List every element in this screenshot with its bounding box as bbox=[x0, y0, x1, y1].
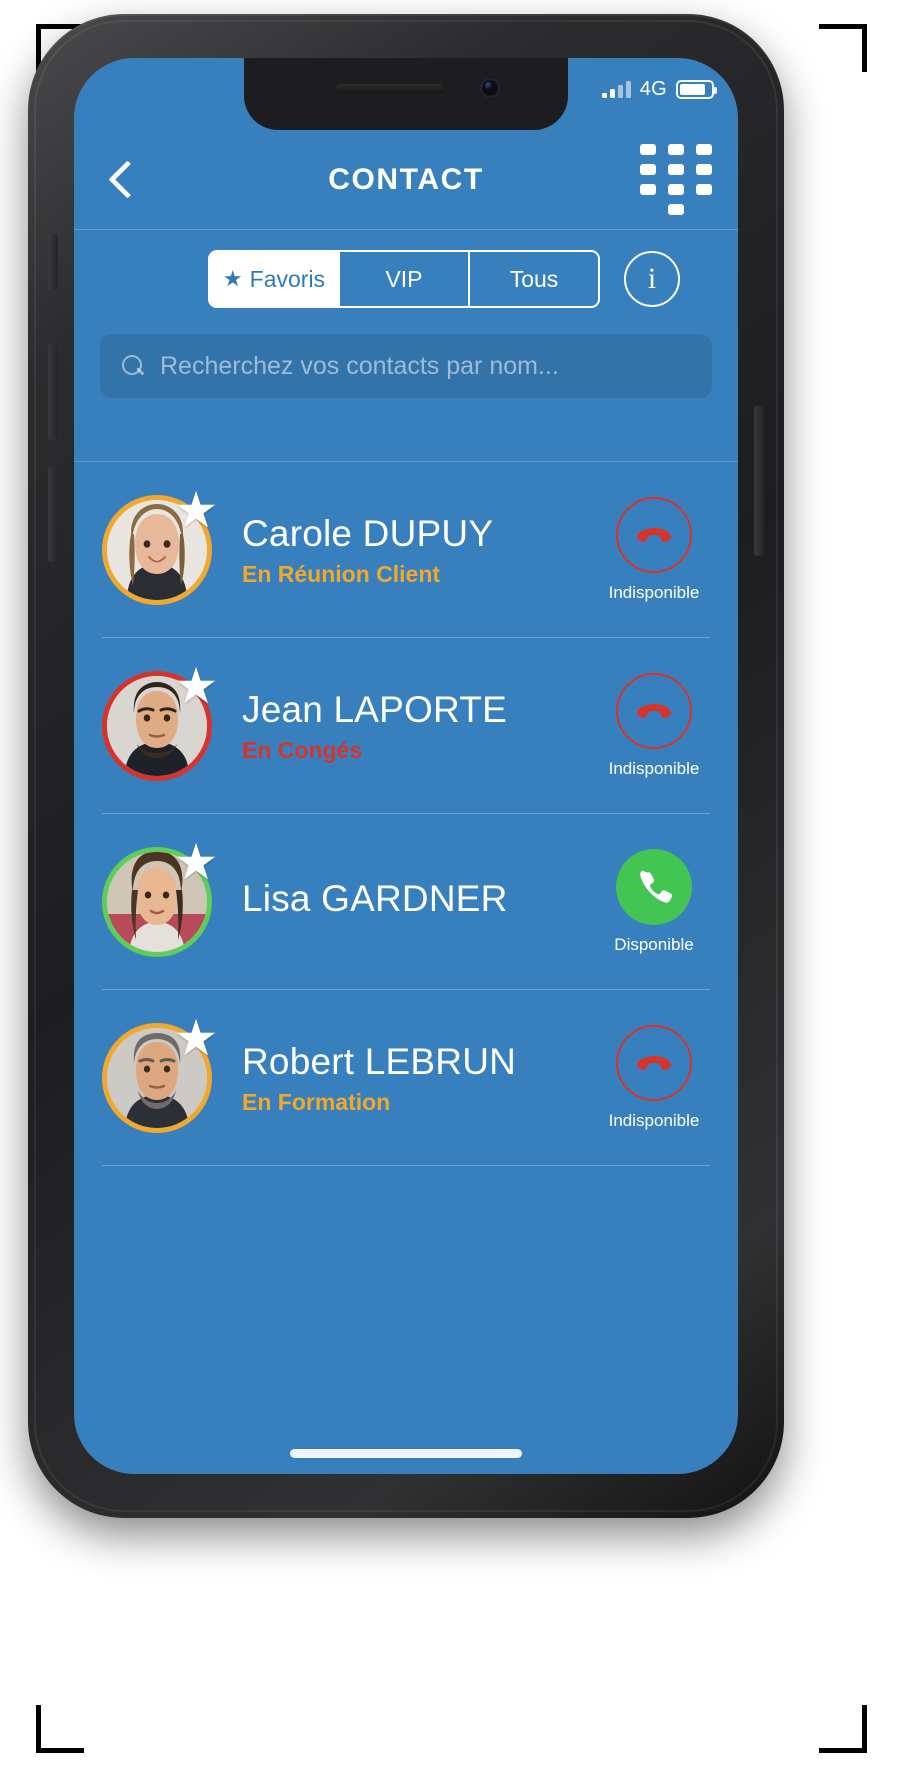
contact-status: En Congés bbox=[242, 736, 363, 763]
avatar: ★ bbox=[102, 661, 218, 781]
mute-switch[interactable] bbox=[48, 234, 58, 290]
search-placeholder: Recherchez vos contacts par nom... bbox=[160, 351, 559, 380]
phone-screen: 4G CONTACT ★ Favoris VIP Tous i Recherch… bbox=[74, 58, 738, 1474]
crop-mark-bottom-right bbox=[819, 1705, 867, 1753]
list-item[interactable]: ★ Carole DUPUY En Réunion Client Indispo… bbox=[74, 462, 738, 638]
home-indicator[interactable] bbox=[290, 1449, 522, 1458]
contacts-list[interactable]: ★ Carole DUPUY En Réunion Client Indispo… bbox=[74, 462, 738, 1474]
avatar: ★ bbox=[102, 485, 218, 605]
call-action[interactable]: Indisponible bbox=[596, 497, 712, 603]
list-item[interactable]: ★ Lisa GARDNER Disponible bbox=[74, 814, 738, 990]
info-button-label: i bbox=[647, 262, 657, 295]
battery-icon bbox=[676, 80, 717, 99]
contact-name: Jean LAPORTE bbox=[242, 688, 507, 730]
crop-mark-top-right bbox=[819, 24, 867, 72]
page-title: CONTACT bbox=[328, 162, 484, 196]
tab-tous-label: Tous bbox=[509, 265, 559, 292]
favorite-star-icon: ★ bbox=[173, 1010, 219, 1066]
contact-status: En Formation bbox=[242, 1088, 391, 1115]
tab-vip[interactable]: VIP bbox=[338, 252, 468, 306]
phone-device-frame: 4G CONTACT ★ Favoris VIP Tous i Recherch… bbox=[28, 14, 784, 1518]
info-circle-icon[interactable]: i bbox=[624, 251, 680, 307]
contact-filter-segmented-control[interactable]: ★ Favoris VIP Tous bbox=[208, 250, 600, 308]
favorite-star-icon: ★ bbox=[173, 658, 219, 714]
phone-call-icon[interactable] bbox=[616, 849, 692, 925]
contact-status: En Réunion Client bbox=[242, 560, 441, 587]
phone-hangup-icon[interactable] bbox=[616, 497, 692, 573]
tab-favoris-label: Favoris bbox=[249, 265, 326, 292]
crop-mark-bottom-left bbox=[36, 1705, 84, 1753]
contact-name: Lisa GARDNER bbox=[242, 878, 508, 919]
screenshot-canvas: 4G CONTACT ★ Favoris VIP Tous i Recherch… bbox=[0, 0, 903, 1777]
phone-hangup-icon[interactable] bbox=[616, 1025, 692, 1101]
tab-vip-label: VIP bbox=[385, 265, 423, 292]
list-item[interactable]: ★ Robert LEBRUN En Formation Indisponibl… bbox=[74, 990, 738, 1166]
star-icon: ★ bbox=[222, 266, 243, 291]
search-row: Recherchez vos contacts par nom... bbox=[74, 308, 738, 398]
search-input[interactable]: Recherchez vos contacts par nom... bbox=[100, 334, 712, 398]
power-button[interactable] bbox=[754, 406, 764, 556]
availability-label: Indisponible bbox=[608, 1111, 700, 1130]
avatar: ★ bbox=[102, 837, 218, 957]
tab-tous[interactable]: Tous bbox=[468, 252, 598, 306]
phone-hangup-icon[interactable] bbox=[616, 673, 692, 749]
earpiece-speaker bbox=[336, 84, 444, 93]
network-type-label: 4G bbox=[639, 78, 667, 100]
contact-info: Lisa GARDNER bbox=[212, 878, 596, 926]
contact-name: Robert LEBRUN bbox=[242, 1040, 517, 1082]
signal-bars-icon bbox=[601, 80, 631, 98]
call-action[interactable]: Indisponible bbox=[596, 1025, 712, 1131]
volume-up-button[interactable] bbox=[48, 344, 58, 440]
availability-label: Disponible bbox=[614, 935, 694, 954]
volume-down-button[interactable] bbox=[48, 466, 58, 562]
tab-favoris[interactable]: ★ Favoris bbox=[210, 252, 338, 306]
notch bbox=[244, 58, 568, 130]
status-bar: 4G bbox=[601, 78, 717, 101]
list-item[interactable]: ★ Jean LAPORTE En Congés Indisponible bbox=[74, 638, 738, 814]
segmented-control-row: ★ Favoris VIP Tous i bbox=[74, 230, 738, 308]
front-camera bbox=[480, 78, 500, 98]
call-action[interactable]: Indisponible bbox=[596, 673, 712, 779]
availability-label: Indisponible bbox=[608, 759, 700, 778]
avatar: ★ bbox=[102, 1013, 218, 1133]
filter-bar: ★ Favoris VIP Tous i Recherchez vos cont… bbox=[74, 230, 738, 462]
favorite-star-icon: ★ bbox=[173, 834, 219, 890]
availability-label: Indisponible bbox=[608, 583, 700, 602]
contact-info: Carole DUPUY En Réunion Client bbox=[212, 513, 596, 588]
contact-info: Robert LEBRUN En Formation bbox=[212, 1041, 596, 1116]
favorite-star-icon: ★ bbox=[173, 482, 219, 538]
contact-info: Jean LAPORTE En Congés bbox=[212, 689, 596, 764]
contact-name: Carole DUPUY bbox=[242, 512, 494, 554]
navigation-bar: CONTACT bbox=[74, 130, 738, 230]
dialpad-icon[interactable] bbox=[640, 144, 712, 215]
call-action[interactable]: Disponible bbox=[596, 849, 712, 955]
search-icon bbox=[122, 355, 144, 377]
